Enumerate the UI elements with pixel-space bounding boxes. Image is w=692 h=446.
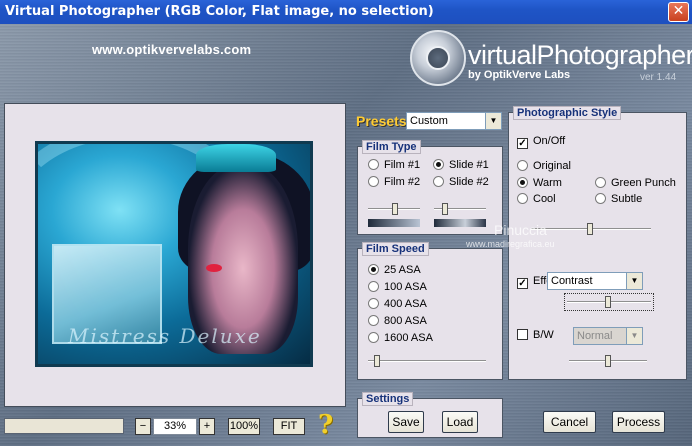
speed-400-radio[interactable]: 400 ASA [368,298,427,310]
settings-title: Settings [362,392,414,406]
settings-panel: Settings Save Load [357,392,503,438]
film-type-title: Film Type [362,140,421,154]
watermark-site: www.madiregrafica.eu [466,239,555,249]
film-speed-title: Film Speed [362,242,429,256]
version-label: ver 1.44 [640,72,677,83]
film-speed-panel: Film Speed 25 ASA 100 ASA 400 ASA 800 AS… [357,242,503,380]
style-green-punch-radio[interactable]: Green Punch [595,177,676,189]
speed-800-radio[interactable]: 800 ASA [368,315,427,327]
effect-select[interactable]: Contrast ▼ [547,272,643,290]
title-bar: Virtual Photographer (RGB Color, Flat im… [0,0,692,24]
presets-selected: Custom [410,115,448,127]
bw-slider[interactable] [569,355,647,367]
help-icon[interactable]: ? [318,410,333,440]
speed-25-radio[interactable]: 25 ASA [368,264,421,276]
presets-label: Presets [356,113,407,129]
speed-100-radio[interactable]: 100 ASA [368,281,427,293]
logo-title: virtualPhotographer [468,40,692,70]
close-button[interactable]: ✕ [668,2,689,22]
window-title: Virtual Photographer (RGB Color, Flat im… [5,4,434,19]
style-onoff-checkbox[interactable]: ✓ On/Off [517,135,565,149]
logo-icon [410,30,466,86]
cancel-button[interactable]: Cancel [543,411,596,433]
style-intensity-slider[interactable] [531,223,651,235]
process-button[interactable]: Process [612,411,665,433]
close-icon: ✕ [672,3,685,19]
bw-selected: Normal [577,330,613,342]
zoom-out-button[interactable]: − [135,418,151,435]
slide-1-radio[interactable]: Slide #1 [433,159,489,171]
zoom-progress-bar [4,418,124,434]
preview-image-text: Mistress Deluxe [68,324,262,348]
film-type-slider-2[interactable] [434,203,486,215]
film-1-radio[interactable]: Film #1 [368,159,420,171]
zoom-fit-button[interactable]: FIT [273,418,305,435]
presets-select[interactable]: Custom ▼ [406,112,502,130]
zoom-level-field[interactable]: 33% [153,418,197,435]
chevron-down-icon: ▼ [626,328,642,344]
film-type-gradient-2 [434,219,486,227]
speed-1600-radio[interactable]: 1600 ASA [368,332,433,344]
slide-2-radio[interactable]: Slide #2 [433,176,489,188]
website-url: www.optikvervelabs.com [92,42,252,57]
zoom-in-button[interactable]: + [199,418,215,435]
logo-subtitle: by OptikVerve Labs [468,69,571,81]
style-original-radio[interactable]: Original [517,160,571,172]
film-type-gradient-1 [368,219,420,227]
style-subtle-radio[interactable]: Subtle [595,193,642,205]
film-speed-slider[interactable] [368,355,486,367]
zoom-100-button[interactable]: 100% [228,418,260,435]
chevron-down-icon: ▼ [626,273,642,289]
preview-pane: Mistress Deluxe [4,103,346,407]
watermark-name: Pinuccia [494,222,547,238]
style-warm-radio[interactable]: Warm [517,177,562,189]
photographic-style-title: Photographic Style [513,106,622,120]
effect-selected: Contrast [551,275,593,287]
film-type-panel: Film Type Film #1 Slide #1 Film #2 Slide… [357,140,503,235]
bw-checkbox[interactable]: B/W [517,329,554,341]
effect-slider[interactable] [564,293,654,311]
chevron-down-icon: ▼ [485,113,501,129]
load-button[interactable]: Load [442,411,478,433]
style-cool-radio[interactable]: Cool [517,193,556,205]
film-type-slider-1[interactable] [368,203,420,215]
film-2-radio[interactable]: Film #2 [368,176,420,188]
preview-image[interactable]: Mistress Deluxe [35,141,313,367]
bw-select[interactable]: Normal ▼ [573,327,643,345]
save-button[interactable]: Save [388,411,424,433]
